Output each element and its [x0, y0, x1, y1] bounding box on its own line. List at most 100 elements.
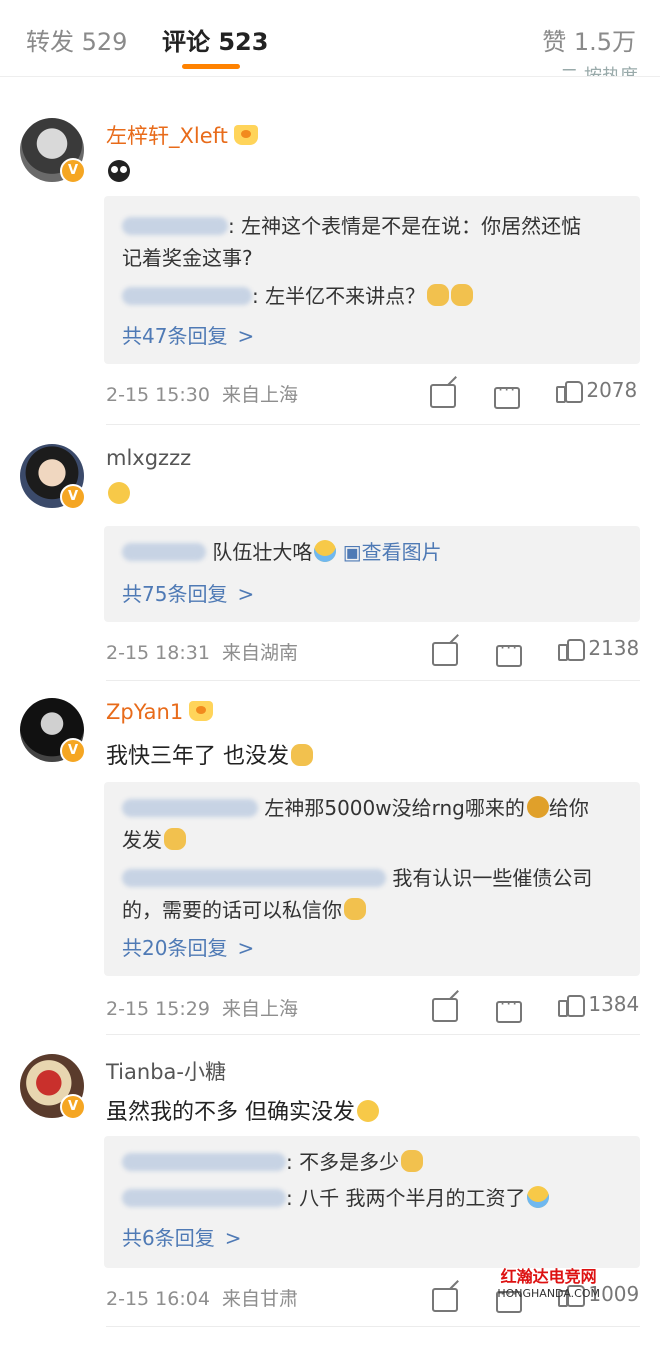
reply-line: 队伍壮大咯 ▣查看图片	[122, 536, 622, 568]
reply-text: : 左半亿不来讲点？	[252, 284, 426, 308]
reply-preview-box[interactable]: : 左神这个表情是不是在说：你居然还惦 记着奖金这事? : 左半亿不来讲点？ 共…	[104, 196, 640, 364]
comment-text	[106, 160, 130, 185]
username[interactable]: mlxgzzz	[106, 446, 191, 470]
view-replies-link[interactable]: 共75条回复 >	[122, 578, 254, 607]
sort-toggle[interactable]: 二 按热度	[560, 62, 638, 76]
view-image-text: 查看图片	[361, 540, 442, 564]
view-image-link[interactable]: ▣查看图片	[343, 540, 442, 564]
watermark-url: HONGHANDA.COM	[497, 1287, 600, 1300]
timestamp: 2-15 15:29	[106, 998, 210, 1020]
reply-line: 我有认识一些催债公司	[122, 862, 622, 894]
tab-likes[interactable]: 赞 1.5万	[542, 22, 636, 57]
crown-icon	[233, 125, 258, 145]
reply-text: 发发	[122, 828, 162, 852]
reply-line: 发发	[122, 824, 622, 856]
money-bag-emoji-icon	[526, 796, 549, 818]
doge-emoji-icon	[291, 744, 313, 766]
username-text: Tianba-小糖	[106, 1060, 226, 1084]
blurred-username	[122, 1153, 286, 1171]
reply-preview-box[interactable]: 队伍壮大咯 ▣查看图片 共75条回复 >	[104, 526, 640, 622]
reply-text: 记着奖金这事?	[122, 246, 253, 270]
reply-preview-box[interactable]: 左神那5000w没给rng哪来的 给你 发发 我有认识一些催债公司 的，需要的话可…	[104, 782, 640, 976]
crown-icon	[189, 701, 214, 721]
view-replies-link[interactable]: 共20条回复 >	[122, 932, 254, 961]
chevron-right-icon: >	[237, 582, 255, 606]
username[interactable]: 左梓轩_Xleft	[106, 120, 258, 150]
view-replies-link[interactable]: 共47条回复 >	[122, 320, 254, 349]
timestamp: 2-15 15:30	[106, 384, 210, 406]
location: 来自上海	[222, 384, 299, 406]
view-replies-text: 共20条回复	[122, 936, 228, 960]
share-button[interactable]	[432, 1286, 458, 1312]
timestamp: 2-15 16:04	[106, 1288, 210, 1310]
location: 来自甘肃	[222, 1288, 299, 1310]
tab-repost[interactable]: 转发 529	[26, 22, 127, 57]
chevron-right-icon: >	[237, 936, 255, 960]
comment-meta: 2-15 18:31 来自湖南	[106, 638, 298, 665]
thumbs-up-icon	[558, 638, 585, 661]
reply-button[interactable]	[496, 638, 522, 667]
reply-text: 左神那5000w没给rng哪来的	[264, 796, 525, 820]
reply-text: 的，需要的话可以私信你	[122, 898, 342, 922]
like-button[interactable]: 2138	[558, 636, 639, 661]
username[interactable]: Tianba-小糖	[106, 1056, 226, 1086]
like-count: 2078	[586, 378, 638, 402]
like-count: 2138	[588, 636, 640, 660]
reply-line: 的，需要的话可以私信你	[122, 894, 622, 926]
reply-preview-box[interactable]: : 不多是多少 : 八千 我两个半月的工资了 共6条回复 >	[104, 1136, 640, 1268]
comment-icon	[494, 380, 520, 409]
avatar[interactable]: V	[20, 444, 86, 510]
verified-badge-icon: V	[60, 1094, 86, 1120]
crying-emoji-icon	[314, 540, 337, 562]
reply-line: 记着奖金这事?	[122, 242, 622, 274]
blurred-username	[122, 799, 258, 817]
location: 来自上海	[222, 998, 299, 1020]
laughing-emoji-icon	[108, 482, 130, 504]
reply-text: 给你	[548, 796, 589, 820]
view-replies-text: 共6条回复	[122, 1226, 215, 1250]
comment-text: 我快三年了 也没发	[106, 738, 313, 770]
share-button[interactable]	[432, 996, 458, 1022]
view-replies-link[interactable]: 共6条回复 >	[122, 1222, 242, 1251]
divider	[106, 1326, 640, 1327]
doge-emoji-icon	[344, 898, 366, 920]
share-button[interactable]	[432, 640, 458, 666]
reply-line: : 左半亿不来讲点？	[122, 280, 622, 312]
divider	[106, 680, 640, 681]
reply-button[interactable]	[494, 380, 520, 409]
blurred-username	[122, 1189, 286, 1207]
thumbs-up-icon	[558, 994, 585, 1017]
cat-emoji-icon	[451, 284, 474, 306]
share-icon	[430, 383, 456, 408]
view-replies-text: 共75条回复	[122, 582, 228, 606]
avatar[interactable]: V	[20, 1054, 86, 1120]
comment-icon	[496, 638, 522, 667]
watermark-title: 红瀚达电竞网	[500, 1267, 597, 1286]
tab-comments[interactable]: 评论 523	[162, 22, 268, 57]
reply-button[interactable]	[496, 994, 522, 1023]
blurred-username	[122, 543, 206, 561]
comment-text-content: 我快三年了 也没发	[106, 744, 289, 769]
comment-meta: 2-15 15:30 来自上海	[106, 380, 298, 407]
like-count: 1384	[588, 992, 640, 1016]
blurred-username	[122, 217, 228, 235]
verified-badge-icon: V	[60, 484, 86, 510]
active-tab-indicator	[182, 64, 240, 69]
username[interactable]: ZpYan1	[106, 700, 214, 724]
timestamp: 2-15 18:31	[106, 642, 210, 664]
like-button[interactable]: 2078	[556, 378, 637, 403]
view-replies-text: 共47条回复	[122, 324, 228, 348]
comment-text	[106, 482, 130, 507]
username-text: mlxgzzz	[106, 446, 192, 470]
avatar[interactable]: V	[20, 118, 86, 184]
eyes-emoji-icon	[108, 160, 130, 182]
comment-meta: 2-15 15:29 来自上海	[106, 994, 298, 1021]
reply-line: : 左神这个表情是不是在说：你居然还惦	[122, 210, 622, 242]
comment-meta: 2-15 16:04 来自甘肃	[106, 1284, 298, 1311]
reply-text: 队伍壮大咯	[212, 540, 313, 564]
reply-line: : 八千 我两个半月的工资了	[122, 1182, 622, 1214]
like-button[interactable]: 1384	[558, 992, 639, 1017]
share-button[interactable]	[430, 382, 456, 408]
reply-line: : 不多是多少	[122, 1146, 622, 1178]
avatar[interactable]: V	[20, 698, 86, 764]
